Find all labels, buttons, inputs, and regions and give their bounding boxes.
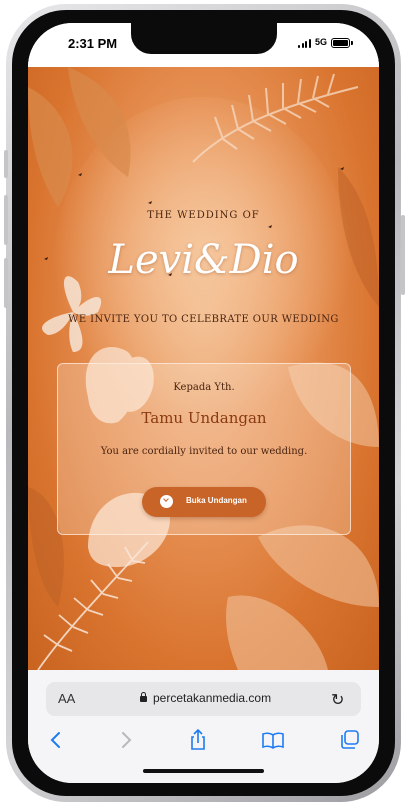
address-bar[interactable]: AA percetakanmedia.com ↻ [46, 682, 361, 716]
side-button-volume-up [4, 195, 8, 245]
side-button-volume-down [4, 258, 8, 308]
open-invitation-button[interactable]: Buka Undangan [142, 487, 266, 517]
wedding-header: THE WEDDING OF [147, 210, 260, 221]
recipient-prefix: Kepada Yth. [173, 382, 235, 393]
invitation-message: You are cordially invited to our wedding… [100, 446, 308, 457]
text-size-button[interactable]: AA [58, 691, 75, 706]
bookmarks-icon[interactable] [259, 727, 287, 753]
notch [131, 23, 277, 54]
home-indicator [143, 769, 264, 773]
invite-line: WE INVITE YOU TO CELEBRATE OUR WEDDING [68, 314, 339, 325]
invitation-page: THE WEDDING OF Levi&Dio WE INVITE YOU TO… [28, 67, 379, 670]
browser-bottom-bar: AA percetakanmedia.com ↻ [28, 670, 379, 783]
forward-icon[interactable] [112, 727, 140, 753]
couple-names: Levi&Dio [108, 237, 299, 283]
lock-icon [140, 692, 147, 702]
tabs-icon[interactable] [336, 727, 364, 753]
phone-screen: 2:31 PM 5G THE WEDDING OF Levi&Dio WE IN… [28, 23, 379, 783]
status-bar: 2:31 PM 5G [28, 23, 379, 67]
arrow-down-circle-icon [160, 495, 173, 508]
side-button-mute [4, 150, 8, 178]
share-icon[interactable] [184, 727, 212, 753]
battery-icon [331, 38, 353, 48]
recipient-name: Tamu Undangan [141, 409, 267, 427]
url-text[interactable]: percetakanmedia.com [153, 691, 271, 705]
open-invitation-label: Buka Undangan [186, 496, 247, 505]
guest-card: Kepada Yth. Tamu Undangan You are cordia… [57, 363, 351, 535]
status-time: 2:31 PM [68, 36, 118, 51]
signal-icon [298, 39, 312, 48]
back-icon[interactable] [42, 727, 70, 753]
side-button-power [401, 215, 405, 295]
reload-icon[interactable]: ↻ [331, 690, 344, 710]
browser-toolbar [28, 727, 379, 757]
network-label: 5G [315, 37, 328, 47]
